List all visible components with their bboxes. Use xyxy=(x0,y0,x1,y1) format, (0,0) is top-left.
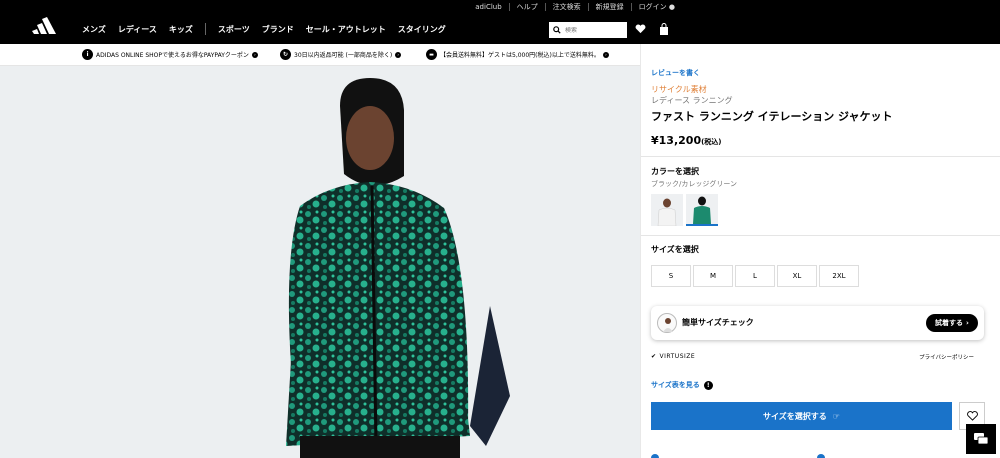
virtusize-text: VIRTUSIZE xyxy=(659,353,696,360)
promo-text: ADIDAS ONLINE SHOPで使えるお得なPAYPAYクーポン xyxy=(96,52,249,59)
heart-icon xyxy=(966,411,978,421)
product-title: ファスト ランニング イテレーション ジャケット xyxy=(651,110,893,123)
color-name: ブラック/カレッジグリーン xyxy=(651,180,738,188)
size-l[interactable]: L xyxy=(735,265,775,287)
promo-paypay[interactable]: i ADIDAS ONLINE SHOPで使えるお得なPAYPAYクーポン › xyxy=(82,49,258,60)
divider xyxy=(641,156,1000,157)
return-icon: ↻ xyxy=(280,49,291,60)
size-chart-label: サイズ表を見る xyxy=(651,381,700,389)
nav-item-kids[interactable]: キッズ xyxy=(169,24,193,35)
promo-text: 30日以内返品可能 (一部商品を除く) xyxy=(294,52,393,59)
avatar-icon xyxy=(663,318,673,332)
promo-bar: i ADIDAS ONLINE SHOPで使えるお得なPAYPAYクーポン › … xyxy=(0,44,640,66)
size-label: サイズを選択 xyxy=(651,245,699,254)
price-note: (税込) xyxy=(701,138,722,146)
product-price: ¥13,200(税込) xyxy=(651,134,722,147)
product-panel: レビューを書く リサイクル素材 レディース ランニング ファスト ランニング イ… xyxy=(640,44,1000,458)
cta-label: サイズを選択する xyxy=(763,411,827,421)
chat-button[interactable] xyxy=(966,424,996,454)
virtusize-logo-icon: ✔ xyxy=(651,353,657,360)
bullet-icon xyxy=(817,454,825,458)
product-image[interactable] xyxy=(0,66,640,458)
nav-item-mens[interactable]: メンズ xyxy=(82,24,106,35)
search-icon xyxy=(553,26,561,34)
nav-divider xyxy=(204,23,206,35)
nav-item-sports[interactable]: スポーツ xyxy=(218,24,250,35)
fit-avatar xyxy=(657,313,677,333)
chevron-right-icon: › xyxy=(966,319,969,327)
order-search-link[interactable]: 注文検索 xyxy=(546,3,589,11)
search-box[interactable] xyxy=(549,22,627,38)
bag-icon[interactable] xyxy=(659,23,669,35)
model-illustration xyxy=(286,78,510,458)
size-chart-link[interactable]: サイズ表を見る ! xyxy=(651,380,713,390)
write-review-link[interactable]: レビューを書く xyxy=(651,68,700,78)
bullet-icon xyxy=(651,454,659,458)
color-label: カラーを選択 xyxy=(651,167,699,176)
nav-links: メンズ レディース キッズ スポーツ ブランド セール・アウトレット スタイリン… xyxy=(82,14,446,44)
main-nav: メンズ レディース キッズ スポーツ ブランド セール・アウトレット スタイリン… xyxy=(0,14,1000,44)
info-icon: i xyxy=(82,49,93,60)
swatch-image xyxy=(657,198,677,226)
color-swatch-white[interactable] xyxy=(651,194,683,226)
heart-icon[interactable] xyxy=(635,24,646,34)
privacy-link[interactable]: プライバシーポリシー xyxy=(919,353,974,361)
nav-item-styling[interactable]: スタイリング xyxy=(398,24,446,35)
chevron-right-icon: › xyxy=(602,51,609,58)
size-m[interactable]: M xyxy=(693,265,733,287)
chevron-right-icon: › xyxy=(395,51,402,58)
try-on-button[interactable]: 試着する › xyxy=(926,314,978,332)
color-swatch-green[interactable] xyxy=(686,194,718,226)
utility-bar: adiClub ヘルプ 注文検索 新規登録 ログイン ● xyxy=(0,0,1000,14)
info-icon: ! xyxy=(703,380,713,390)
promo-returns[interactable]: ↻ 30日以内返品可能 (一部商品を除く) › xyxy=(280,49,402,60)
promo-shipping[interactable]: ▬ 【会員送料無料】ゲストは5,000円(税込)以上で送料無料。 › xyxy=(426,49,609,60)
fit-check-box: 簡単サイズチェック 試着する › xyxy=(651,306,984,340)
select-size-button[interactable]: サイズを選択する ☞ xyxy=(651,402,952,430)
size-xl[interactable]: XL xyxy=(777,265,817,287)
divider xyxy=(641,235,1000,236)
chevron-right-icon: › xyxy=(251,51,258,58)
size-s[interactable]: S xyxy=(651,265,691,287)
login-link[interactable]: ログイン ● xyxy=(632,3,682,11)
nav-item-womens[interactable]: レディース xyxy=(118,24,157,35)
nav-item-brands[interactable]: ブランド xyxy=(262,24,294,35)
price-value: ¥13,200 xyxy=(651,134,702,147)
adidas-logo[interactable] xyxy=(32,14,64,38)
user-icon: ● xyxy=(668,3,675,11)
swatch-image xyxy=(693,196,711,224)
hand-icon: ☞ xyxy=(832,411,840,421)
chat-icon xyxy=(974,433,989,445)
size-2xl[interactable]: 2XL xyxy=(819,265,859,287)
search-input[interactable] xyxy=(565,26,621,34)
product-category: レディース ランニング xyxy=(651,96,733,105)
adiclub-link[interactable]: adiClub xyxy=(468,3,510,11)
promo-text: 【会員送料無料】ゲストは5,000円(税込)以上で送料無料。 xyxy=(440,52,600,59)
try-on-label: 試着する xyxy=(935,319,964,327)
recycled-tag: リサイクル素材 xyxy=(651,85,707,94)
help-link[interactable]: ヘルプ xyxy=(510,3,546,11)
nav-item-sale[interactable]: セール・アウトレット xyxy=(306,24,386,35)
virtusize-brand: ✔ VIRTUSIZE xyxy=(651,353,695,360)
fit-check-label: 簡単サイズチェック xyxy=(682,318,754,327)
signup-link[interactable]: 新規登録 xyxy=(589,3,632,11)
truck-icon: ▬ xyxy=(426,49,437,60)
